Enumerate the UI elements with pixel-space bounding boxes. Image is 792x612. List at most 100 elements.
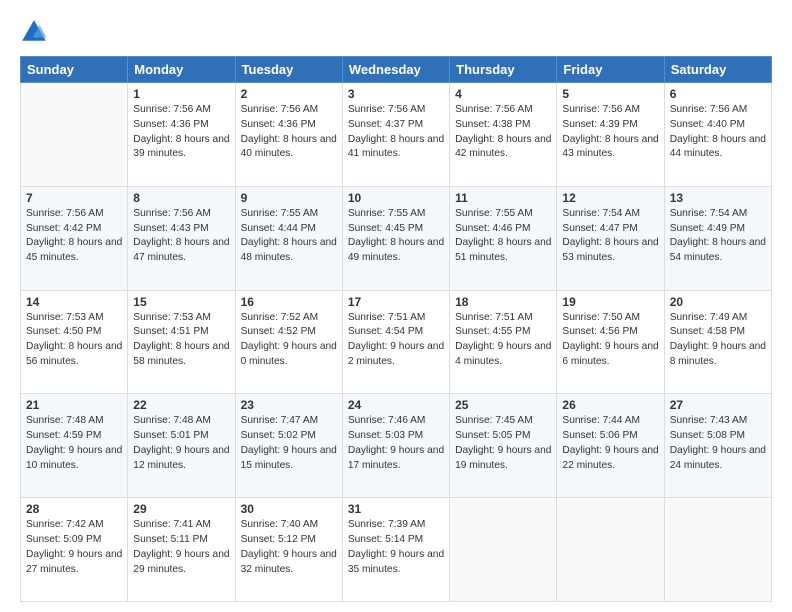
day-number: 8 [133, 191, 229, 205]
calendar-week-4: 21 Sunrise: 7:48 AMSunset: 4:59 PMDayligh… [21, 394, 772, 498]
calendar-cell: 19Sunrise: 7:50 AMSunset: 4:56 PMDayligh… [557, 290, 664, 394]
calendar-cell: 23 Sunrise: 7:47 AMSunset: 5:02 PMDayligh… [235, 394, 342, 498]
day-info: Sunrise: 7:56 AMSunset: 4:36 PMDaylight:… [133, 103, 229, 162]
day-number: 21 [26, 398, 122, 412]
day-info: Sunrise: 7:46 AMSunset: 5:03 PMDaylight:… [348, 414, 444, 473]
calendar-week-3: 14 Sunrise: 7:53 AMSunset: 4:50 PMDayligh… [21, 290, 772, 394]
day-number: 3 [348, 87, 444, 101]
calendar-cell: 13 Sunrise: 7:54 AMSunset: 4:49 PMDayligh… [664, 186, 771, 290]
day-number: 2 [241, 87, 337, 101]
calendar-cell: 12 Sunrise: 7:54 AMSunset: 4:47 PMDayligh… [557, 186, 664, 290]
day-info: Sunrise: 7:51 AMSunset: 4:55 PMDaylight:… [455, 311, 551, 370]
day-number: 29 [133, 502, 229, 516]
day-info: Sunrise: 7:56 AMSunset: 4:39 PMDaylight:… [562, 103, 658, 162]
calendar-cell: 4 Sunrise: 7:56 AMSunset: 4:38 PMDaylight… [450, 83, 557, 187]
day-info: Sunrise: 7:52 AMSunset: 4:52 PMDaylight:… [241, 311, 337, 370]
calendar-header-wednesday: Wednesday [342, 57, 449, 83]
day-info: Sunrise: 7:56 AMSunset: 4:37 PMDaylight:… [348, 103, 444, 162]
day-number: 7 [26, 191, 122, 205]
calendar-cell: 10 Sunrise: 7:55 AMSunset: 4:45 PMDayligh… [342, 186, 449, 290]
day-number: 13 [670, 191, 766, 205]
day-number: 11 [455, 191, 551, 205]
calendar-cell: 17 Sunrise: 7:51 AMSunset: 4:54 PMDayligh… [342, 290, 449, 394]
day-number: 26 [562, 398, 658, 412]
calendar-header-thursday: Thursday [450, 57, 557, 83]
calendar-cell: 8 Sunrise: 7:56 AMSunset: 4:43 PMDaylight… [128, 186, 235, 290]
calendar-cell: 5 Sunrise: 7:56 AMSunset: 4:39 PMDaylight… [557, 83, 664, 187]
day-number: 4 [455, 87, 551, 101]
day-number: 9 [241, 191, 337, 205]
day-info: Sunrise: 7:40 AMSunset: 5:12 PMDaylight:… [241, 518, 337, 577]
calendar-cell: 26Sunrise: 7:44 AMSunset: 5:06 PMDayligh… [557, 394, 664, 498]
day-number: 18 [455, 295, 551, 309]
calendar-cell: 29 Sunrise: 7:41 AMSunset: 5:11 PMDayligh… [128, 498, 235, 602]
day-info: Sunrise: 7:47 AMSunset: 5:02 PMDaylight:… [241, 414, 337, 473]
calendar-cell: 24 Sunrise: 7:46 AMSunset: 5:03 PMDayligh… [342, 394, 449, 498]
calendar-table: SundayMondayTuesdayWednesdayThursdayFrid… [20, 56, 772, 602]
day-info: Sunrise: 7:53 AMSunset: 4:51 PMDaylight:… [133, 311, 229, 370]
calendar-cell: 7 Sunrise: 7:56 AMSunset: 4:42 PMDaylight… [21, 186, 128, 290]
calendar-cell: 27 Sunrise: 7:43 AMSunset: 5:08 PMDayligh… [664, 394, 771, 498]
day-info: Sunrise: 7:56 AMSunset: 4:43 PMDaylight:… [133, 207, 229, 266]
day-number: 19 [562, 295, 658, 309]
calendar-header-row: SundayMondayTuesdayWednesdayThursdayFrid… [21, 57, 772, 83]
day-info: Sunrise: 7:55 AMSunset: 4:46 PMDaylight:… [455, 207, 551, 266]
day-number: 15 [133, 295, 229, 309]
day-number: 14 [26, 295, 122, 309]
day-number: 5 [562, 87, 658, 101]
day-info: Sunrise: 7:55 AMSunset: 4:45 PMDaylight:… [348, 207, 444, 266]
calendar-cell: 9Sunrise: 7:55 AMSunset: 4:44 PMDaylight… [235, 186, 342, 290]
day-number: 31 [348, 502, 444, 516]
header [20, 18, 772, 46]
calendar-cell [21, 83, 128, 187]
day-info: Sunrise: 7:53 AMSunset: 4:50 PMDaylight:… [26, 311, 122, 370]
day-number: 24 [348, 398, 444, 412]
calendar-cell: 6Sunrise: 7:56 AMSunset: 4:40 PMDaylight… [664, 83, 771, 187]
day-info: Sunrise: 7:56 AMSunset: 4:42 PMDaylight:… [26, 207, 122, 266]
day-number: 28 [26, 502, 122, 516]
day-info: Sunrise: 7:54 AMSunset: 4:49 PMDaylight:… [670, 207, 766, 266]
day-info: Sunrise: 7:43 AMSunset: 5:08 PMDaylight:… [670, 414, 766, 473]
calendar-cell: 21 Sunrise: 7:48 AMSunset: 4:59 PMDayligh… [21, 394, 128, 498]
calendar-header-sunday: Sunday [21, 57, 128, 83]
day-number: 16 [241, 295, 337, 309]
day-info: Sunrise: 7:56 AMSunset: 4:40 PMDaylight:… [670, 103, 766, 162]
calendar-cell: 28Sunrise: 7:42 AMSunset: 5:09 PMDayligh… [21, 498, 128, 602]
day-number: 1 [133, 87, 229, 101]
calendar-cell [450, 498, 557, 602]
day-number: 17 [348, 295, 444, 309]
calendar-header-monday: Monday [128, 57, 235, 83]
day-info: Sunrise: 7:45 AMSunset: 5:05 PMDaylight:… [455, 414, 551, 473]
calendar-cell [557, 498, 664, 602]
day-number: 27 [670, 398, 766, 412]
day-number: 23 [241, 398, 337, 412]
calendar-cell: 14 Sunrise: 7:53 AMSunset: 4:50 PMDayligh… [21, 290, 128, 394]
calendar-cell [664, 498, 771, 602]
day-info: Sunrise: 7:54 AMSunset: 4:47 PMDaylight:… [562, 207, 658, 266]
calendar-cell: 16 Sunrise: 7:52 AMSunset: 4:52 PMDayligh… [235, 290, 342, 394]
day-info: Sunrise: 7:51 AMSunset: 4:54 PMDaylight:… [348, 311, 444, 370]
calendar-week-5: 28Sunrise: 7:42 AMSunset: 5:09 PMDayligh… [21, 498, 772, 602]
day-info: Sunrise: 7:56 AMSunset: 4:38 PMDaylight:… [455, 103, 551, 162]
calendar-cell: 3 Sunrise: 7:56 AMSunset: 4:37 PMDaylight… [342, 83, 449, 187]
calendar-week-1: 1 Sunrise: 7:56 AMSunset: 4:36 PMDaylight… [21, 83, 772, 187]
day-number: 30 [241, 502, 337, 516]
calendar-header-saturday: Saturday [664, 57, 771, 83]
day-number: 10 [348, 191, 444, 205]
logo-icon [20, 18, 48, 46]
day-number: 12 [562, 191, 658, 205]
day-number: 25 [455, 398, 551, 412]
calendar-cell: 25 Sunrise: 7:45 AMSunset: 5:05 PMDayligh… [450, 394, 557, 498]
day-number: 22 [133, 398, 229, 412]
calendar-cell: 1 Sunrise: 7:56 AMSunset: 4:36 PMDaylight… [128, 83, 235, 187]
calendar-cell: 11 Sunrise: 7:55 AMSunset: 4:46 PMDayligh… [450, 186, 557, 290]
calendar-cell: 2 Sunrise: 7:56 AMSunset: 4:36 PMDaylight… [235, 83, 342, 187]
calendar-header-friday: Friday [557, 57, 664, 83]
calendar-cell: 30 Sunrise: 7:40 AMSunset: 5:12 PMDayligh… [235, 498, 342, 602]
day-info: Sunrise: 7:41 AMSunset: 5:11 PMDaylight:… [133, 518, 229, 577]
calendar-cell: 18 Sunrise: 7:51 AMSunset: 4:55 PMDayligh… [450, 290, 557, 394]
day-number: 20 [670, 295, 766, 309]
day-info: Sunrise: 7:56 AMSunset: 4:36 PMDaylight:… [241, 103, 337, 162]
calendar-cell: 20Sunrise: 7:49 AMSunset: 4:58 PMDayligh… [664, 290, 771, 394]
day-info: Sunrise: 7:48 AMSunset: 4:59 PMDaylight:… [26, 414, 122, 473]
